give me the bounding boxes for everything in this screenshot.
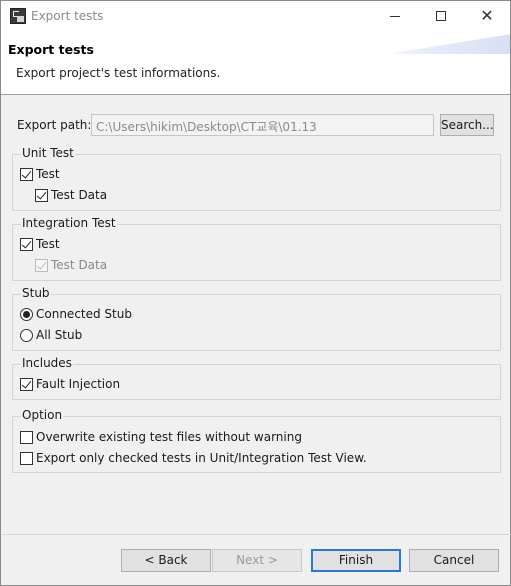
integration-test-data-label: Test Data: [51, 258, 108, 272]
minimize-icon: [390, 15, 400, 17]
minimize-button[interactable]: [372, 1, 418, 31]
integration-test-label: Test: [36, 237, 60, 251]
app-icon: [10, 8, 26, 24]
connected-stub-radio[interactable]: Connected Stub: [20, 307, 132, 321]
title-bar[interactable]: Export tests ✕: [1, 1, 510, 32]
maximize-icon: [436, 11, 446, 21]
checkbox-icon: [20, 237, 33, 251]
maximize-button[interactable]: [418, 1, 464, 31]
stub-group: Stub Connected Stub All Stub: [12, 286, 501, 351]
unit-test-group-title: Unit Test: [21, 146, 75, 160]
all-stub-label: All Stub: [36, 328, 83, 342]
banner-decoration: [387, 34, 510, 54]
footer-divider: [2, 534, 511, 535]
stub-group-title: Stub: [21, 286, 51, 300]
all-stub-radio[interactable]: All Stub: [20, 328, 82, 342]
page-description: Export project's test informations.: [16, 66, 221, 80]
includes-group-title: Includes: [21, 356, 73, 370]
option-group: Option Overwrite existing test files wit…: [12, 408, 501, 473]
unit-test-data-label: Test Data: [51, 188, 108, 202]
integration-test-group: Integration Test Test Test Data: [12, 216, 501, 281]
export-checked-only-label: Export only checked tests in Unit/Integr…: [36, 451, 367, 465]
integration-test-checkbox[interactable]: Test: [20, 237, 60, 251]
export-path-label: Export path:: [17, 118, 92, 132]
integration-test-group-title: Integration Test: [21, 216, 117, 230]
fault-injection-label: Fault Injection: [36, 377, 121, 391]
export-checked-only-checkbox[interactable]: Export only checked tests in Unit/Integr…: [20, 451, 367, 465]
integration-test-data-checkbox[interactable]: Test Data: [35, 258, 107, 272]
checkbox-icon: [20, 430, 33, 444]
includes-group: Includes Fault Injection: [12, 356, 501, 400]
radio-icon: [20, 328, 33, 342]
connected-stub-label: Connected Stub: [36, 307, 132, 321]
window-title: Export tests: [31, 9, 104, 23]
unit-test-group: Unit Test Test Test Data: [12, 146, 501, 211]
unit-test-data-checkbox[interactable]: Test Data: [35, 188, 107, 202]
checkbox-icon: [35, 258, 48, 272]
overwrite-label: Overwrite existing test files without wa…: [36, 430, 302, 444]
unit-test-label: Test: [36, 167, 60, 181]
back-button[interactable]: < Back: [121, 549, 211, 572]
header-banner: Export tests Export project's test infor…: [1, 32, 510, 95]
radio-icon: [20, 307, 33, 321]
close-icon: ✕: [480, 6, 494, 25]
close-button[interactable]: ✕: [464, 1, 510, 31]
fault-injection-checkbox[interactable]: Fault Injection: [20, 377, 120, 391]
export-tests-dialog: Export tests ✕ Export tests Export proje…: [0, 0, 511, 586]
checkbox-icon: [35, 188, 48, 202]
checkbox-icon: [20, 377, 33, 391]
checkbox-icon: [20, 451, 33, 465]
unit-test-checkbox[interactable]: Test: [20, 167, 60, 181]
search-button[interactable]: Search...: [440, 114, 494, 136]
export-path-input[interactable]: C:\Users\hikim\Desktop\CT교육\01.13: [91, 114, 434, 136]
checkbox-icon: [20, 167, 33, 181]
next-button[interactable]: Next >: [212, 549, 302, 572]
option-group-title: Option: [21, 408, 64, 422]
finish-button[interactable]: Finish: [311, 549, 401, 572]
overwrite-checkbox[interactable]: Overwrite existing test files without wa…: [20, 430, 302, 444]
page-title: Export tests: [8, 42, 94, 57]
cancel-button[interactable]: Cancel: [409, 549, 499, 572]
